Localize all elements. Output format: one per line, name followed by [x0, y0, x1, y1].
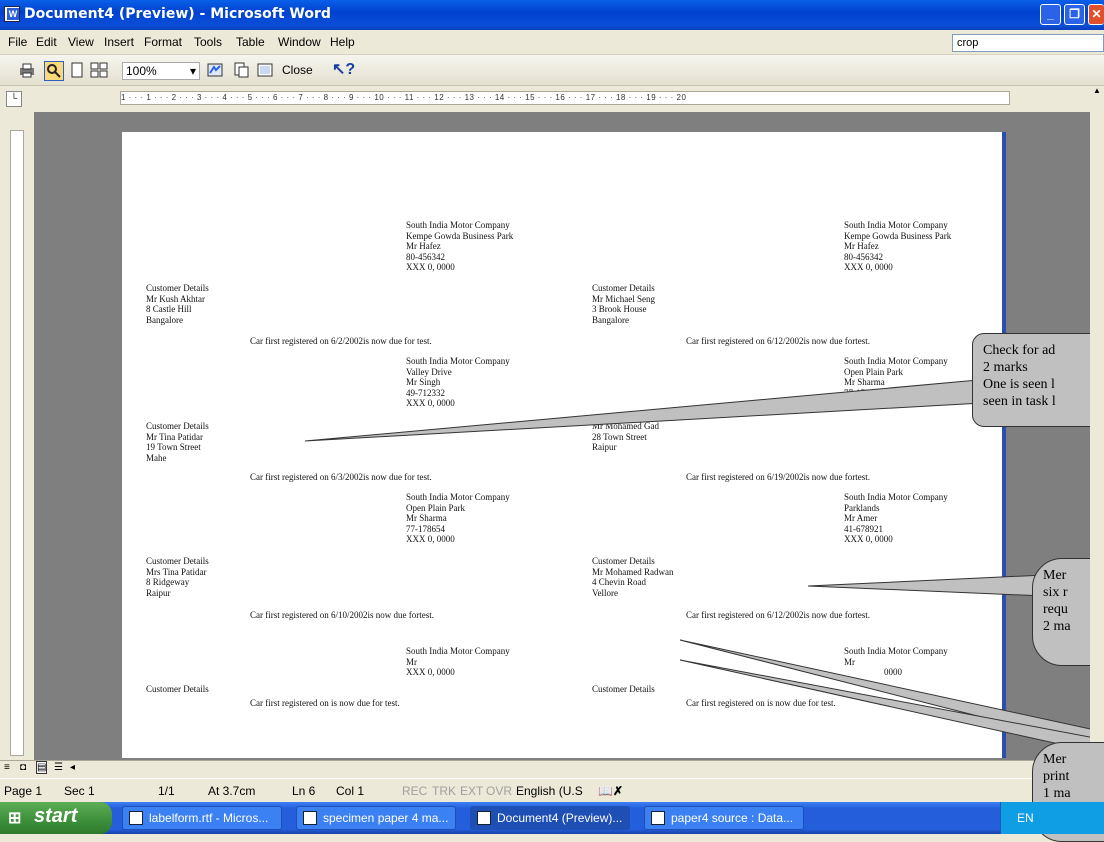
database-icon — [651, 811, 665, 825]
label-footer: Car first registered on 6/10/2002is now … — [250, 610, 434, 620]
multiple-pages-icon[interactable] — [90, 61, 108, 79]
label-footer: Car first registered on 6/2/2002is now d… — [250, 336, 432, 346]
taskbar-item[interactable]: paper4 source : Data... — [644, 806, 804, 830]
label-header: South India Motor Company Parklands Mr Ame… — [844, 492, 948, 544]
ruler-ticks: 1 · · · 1 · · · 2 · · · 3 · · · 4 · · · … — [121, 93, 687, 102]
taskbar-item[interactable]: labelform.rtf - Micros... — [122, 806, 282, 830]
normal-view-icon[interactable]: ≡ — [4, 762, 10, 773]
customer-details: Customer Details Mr Michael Seng 3 Brook H… — [592, 283, 655, 325]
label-header: South India Motor Company Kempe Gowda Bus… — [406, 220, 514, 272]
customer-details: Customer Details Mrs Tina Patidar 8 Ridgew… — [146, 556, 209, 598]
status-position: At 3.7cm — [208, 784, 256, 798]
status-rec[interactable]: REC — [402, 784, 427, 798]
close-preview-button[interactable]: Close — [282, 63, 313, 77]
page-edge — [1002, 132, 1006, 758]
label-footer: Car first registered on 6/19/2002is now … — [686, 472, 870, 482]
customer-details: Customer Details Mr Tina Patidar 19 Town S… — [146, 421, 209, 463]
word-doc-icon — [477, 811, 491, 825]
label-header: South India Motor Company Open Plain Park… — [406, 492, 510, 544]
view-buttons-bar: ≡ ◘ ▤ ☰ ◂ — [0, 760, 1090, 777]
view-ruler-icon[interactable] — [206, 61, 224, 79]
windows-logo-icon: ⊞ — [8, 810, 22, 827]
full-screen-icon[interactable] — [256, 61, 274, 79]
label-header: South India Motor Company Mr XXX 0, 0000 — [406, 646, 510, 677]
menu-insert[interactable]: Insert — [104, 35, 134, 49]
status-page: Page 1 — [4, 784, 43, 798]
label-header: South India Motor Company Open Plain Park… — [844, 356, 948, 398]
menu-edit[interactable]: Edit — [36, 35, 57, 49]
web-view-icon[interactable]: ◘ — [20, 762, 26, 773]
magnifier-icon[interactable] — [44, 61, 64, 81]
spelling-status-icon[interactable]: 📖✗ — [598, 784, 623, 798]
customer-details: Customer Details — [146, 684, 209, 694]
customer-details: Customer Details Mr Mohamed Radwan 4 Chevi… — [592, 556, 674, 598]
chevron-down-icon: ▾ — [189, 64, 196, 78]
document-page[interactable]: South India Motor Company Kempe Gowda Bus… — [122, 132, 1006, 758]
menu-tools[interactable]: Tools — [194, 35, 222, 49]
status-bar: Page 1 Sec 1 1/1 At 3.7cm Ln 6 Col 1 REC… — [0, 778, 1104, 801]
horizontal-ruler[interactable]: 1 · · · 1 · · · 2 · · · 3 · · · 4 · · · … — [120, 91, 1010, 105]
label-header: South India Motor Company Valley Drive Mr … — [406, 356, 510, 408]
status-line: Ln 6 — [292, 784, 316, 798]
status-ovr[interactable]: OVR — [486, 784, 512, 798]
menu-help[interactable]: Help — [330, 35, 355, 49]
taskbar-item[interactable]: Document4 (Preview)... — [470, 806, 630, 830]
tab-selector-icon[interactable]: └ — [6, 91, 22, 107]
menu-table[interactable]: Table — [236, 35, 265, 49]
menu-view[interactable]: View — [68, 35, 94, 49]
print-layout-view-icon[interactable]: ▤ — [36, 761, 48, 774]
language-indicator[interactable]: EN — [1017, 811, 1034, 825]
scroll-left-icon[interactable]: ◂ — [70, 762, 75, 773]
shrink-to-fit-icon[interactable] — [232, 61, 250, 79]
annotation-callout: Check for ad 2 marks One is seen l seen in … — [972, 333, 1104, 427]
zoom-select[interactable]: 100% ▾ — [122, 62, 200, 80]
word-doc-icon — [303, 811, 317, 825]
print-icon[interactable] — [18, 61, 36, 79]
minimize-button[interactable]: _ — [1040, 4, 1061, 25]
menu-format[interactable]: Format — [144, 35, 182, 49]
maximize-button[interactable]: ❐ — [1064, 4, 1085, 25]
word-doc-icon — [129, 811, 143, 825]
help-search-box[interactable]: crop — [952, 34, 1104, 52]
close-window-button[interactable]: ✕ — [1088, 4, 1104, 25]
start-button[interactable]: ⊞ start — [0, 802, 112, 834]
label-footer: Car first registered on is now due for t… — [686, 698, 836, 708]
title-bar[interactable]: W Document4 (Preview) - Microsoft Word _… — [0, 0, 1104, 30]
status-pages: 1/1 — [158, 784, 175, 798]
label-footer: Car first registered on 6/3/2002is now d… — [250, 472, 432, 482]
outline-view-icon[interactable]: ☰ — [54, 762, 63, 773]
start-label: start — [34, 805, 78, 827]
customer-details: Customer Details Mr Kush Akhtar 8 Castle H… — [146, 283, 209, 325]
vertical-scrollbar[interactable]: ▲ — [1090, 86, 1104, 760]
zoom-value: 100% — [126, 64, 157, 78]
vertical-ruler[interactable] — [10, 130, 24, 756]
menu-file[interactable]: File — [8, 35, 27, 49]
whats-this-help-icon[interactable]: ↖? — [332, 59, 355, 79]
customer-details: Customer Details — [592, 684, 655, 694]
label-header: South India Motor Company Kempe Gowda Bus… — [844, 220, 952, 272]
menu-window[interactable]: Window — [278, 35, 321, 49]
taskbar-item[interactable]: specimen paper 4 ma... — [296, 806, 456, 830]
menu-bar: File Edit View Insert Format Tools Table… — [0, 30, 1104, 55]
status-ext[interactable]: EXT — [460, 784, 483, 798]
scroll-up-icon[interactable]: ▲ — [1090, 86, 1104, 100]
status-column: Col 1 — [336, 784, 365, 798]
word-app-icon[interactable]: W — [4, 6, 20, 22]
label-header: South India Motor Company Mr 0000 — [844, 646, 948, 677]
status-section: Sec 1 — [64, 784, 95, 798]
customer-details: Mr Mohamed Gad 28 Town Street Raipur — [592, 421, 659, 452]
label-footer: Car first registered on 6/12/2002is now … — [686, 336, 870, 346]
status-trk[interactable]: TRK — [432, 784, 456, 798]
system-tray: EN — [1000, 802, 1104, 834]
window-title: Document4 (Preview) - Microsoft Word — [24, 6, 331, 22]
label-footer: Car first registered on 6/12/2002is now … — [686, 610, 870, 620]
label-footer: Car first registered on is now due for t… — [250, 698, 400, 708]
one-page-icon[interactable] — [68, 61, 86, 79]
status-language: English (U.S — [516, 784, 583, 798]
